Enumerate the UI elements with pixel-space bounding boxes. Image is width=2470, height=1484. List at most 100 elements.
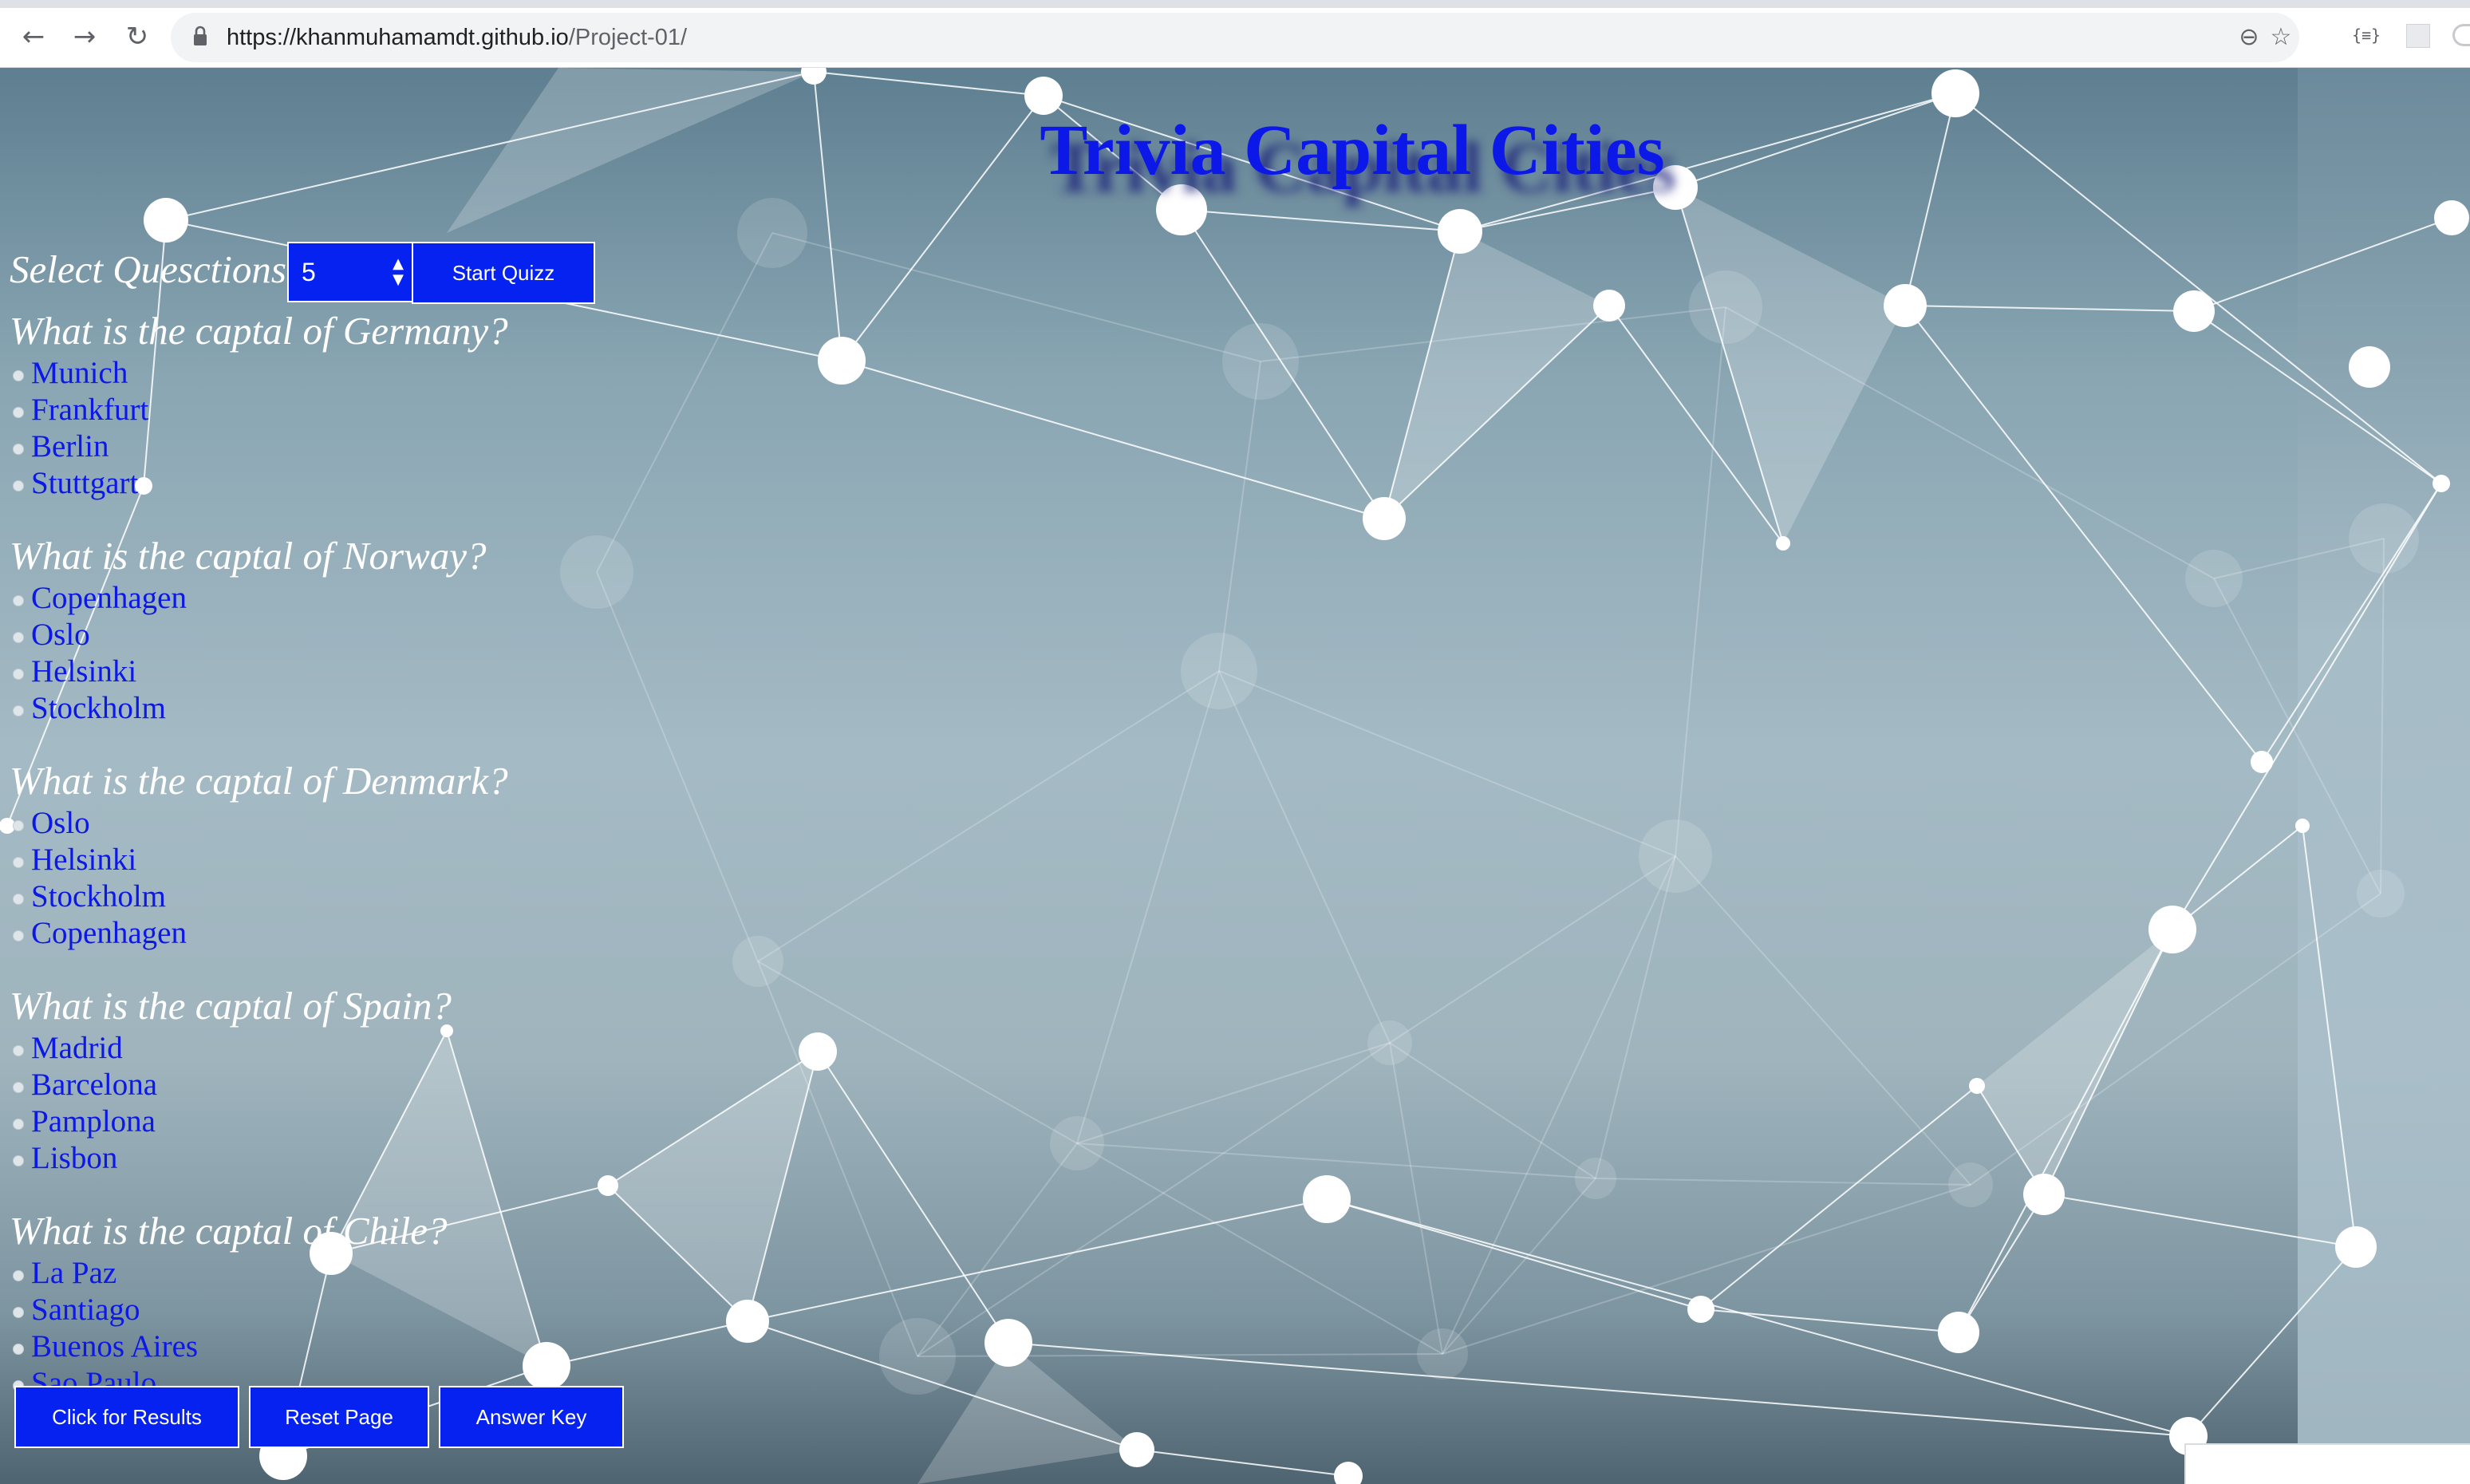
radio-button[interactable] [13, 632, 24, 643]
question-text: What is the captal of Spain? [10, 984, 452, 1028]
answer-label[interactable]: Berlin [31, 428, 109, 465]
start-quiz-button[interactable]: Start Quizz [412, 242, 595, 304]
question-count-select[interactable]: 5 ▲ ▼ [287, 242, 415, 302]
radio-button[interactable] [13, 407, 24, 418]
answer-option[interactable]: Munich [10, 355, 508, 392]
network-node-faint [560, 535, 633, 609]
star-icon[interactable]: ☆ [2267, 24, 2294, 51]
answer-option[interactable]: Oslo [10, 805, 508, 842]
results-button[interactable]: Click for Results [14, 1386, 239, 1448]
network-node [799, 1032, 837, 1071]
answer-option[interactable]: Helsinki [10, 653, 508, 690]
question-count-value: 5 [302, 258, 316, 286]
radio-button[interactable] [13, 669, 24, 680]
radio-button[interactable] [13, 1270, 24, 1281]
answer-option[interactable]: Copenhagen [10, 915, 508, 952]
network-node [1334, 1462, 1363, 1484]
radio-button[interactable] [13, 930, 24, 941]
radio-button[interactable] [13, 370, 24, 381]
radio-button[interactable] [13, 894, 24, 905]
radio-button[interactable] [13, 1155, 24, 1166]
radio-button[interactable] [13, 820, 24, 831]
network-edge [813, 71, 1044, 97]
answer-label[interactable]: Copenhagen [31, 915, 187, 952]
answer-label[interactable]: Copenhagen [31, 580, 187, 617]
answer-option[interactable]: Frankfurt [10, 392, 508, 428]
radio-button[interactable] [13, 1119, 24, 1130]
radio-button[interactable] [13, 1344, 24, 1355]
network-edge [1076, 1143, 1596, 1179]
radio-button[interactable] [13, 480, 24, 491]
url-text[interactable]: https://khanmuhamamdt.github.io/Project-… [227, 13, 687, 62]
zoom-icon[interactable]: ⊖ [2235, 24, 2263, 51]
answer-label[interactable]: Stockholm [31, 878, 166, 915]
extension-icon[interactable]: {≡} [2349, 21, 2384, 49]
answer-option[interactable]: Madrid [10, 1030, 508, 1067]
radio-button[interactable] [13, 444, 24, 455]
answer-label[interactable]: Madrid [31, 1030, 123, 1067]
answer-label[interactable]: Frankfurt [31, 392, 148, 428]
network-edge [1442, 1184, 1971, 1355]
answer-label[interactable]: Helsinki [31, 842, 136, 878]
network-node-faint [737, 198, 807, 268]
radio-button[interactable] [13, 1307, 24, 1318]
network-edge [1958, 929, 2173, 1333]
network-node-faint [1222, 323, 1299, 400]
network-node [984, 1319, 1032, 1367]
radio-button[interactable] [13, 705, 24, 716]
address-bar[interactable]: https://khanmuhamamdt.github.io/Project-… [171, 13, 2299, 62]
answer-option[interactable]: Copenhagen [10, 580, 508, 617]
network-edge [1218, 670, 1391, 1044]
answer-option[interactable]: Oslo [10, 617, 508, 653]
network-edge [2380, 538, 2385, 894]
back-arrow-icon[interactable]: ← [18, 21, 49, 53]
answer-label[interactable]: Munich [31, 355, 128, 392]
answer-label[interactable]: Stuttgart [31, 465, 138, 502]
answer-label[interactable]: Buenos Aires [31, 1328, 198, 1365]
network-node-faint [1689, 270, 1762, 344]
browser-toolbar: ← → ↻ https://khanmuhamamdt.github.io/Pr… [0, 0, 2470, 68]
answer-option[interactable]: Santiago [10, 1292, 508, 1328]
network-node [1593, 290, 1625, 322]
network-edge [1076, 670, 1220, 1144]
answer-option[interactable]: Pamplona [10, 1103, 508, 1140]
radio-button[interactable] [13, 1082, 24, 1093]
answer-label[interactable]: Lisbon [31, 1140, 117, 1177]
reload-icon[interactable]: ↻ [121, 21, 153, 53]
extension-puzzle-icon[interactable] [2406, 24, 2430, 48]
answer-label[interactable]: Pamplona [31, 1103, 156, 1140]
answer-label[interactable]: Helsinki [31, 653, 136, 690]
answer-option[interactable]: Barcelona [10, 1067, 508, 1103]
profile-icon[interactable] [2452, 24, 2470, 46]
answer-label[interactable]: Oslo [31, 617, 90, 653]
answer-label[interactable]: Santiago [31, 1292, 140, 1328]
reset-button[interactable]: Reset Page [249, 1386, 429, 1448]
radio-button[interactable] [13, 595, 24, 606]
network-edge [1595, 1178, 1971, 1186]
network-node-faint [1639, 819, 1712, 893]
answer-label[interactable]: Barcelona [31, 1067, 157, 1103]
radio-button[interactable] [13, 1045, 24, 1056]
answer-label[interactable]: La Paz [31, 1255, 116, 1292]
network-edge [1326, 1198, 2189, 1437]
forward-arrow-icon[interactable]: → [69, 21, 101, 53]
answer-label[interactable]: Oslo [31, 805, 90, 842]
question-text: What is the captal of Germany? [10, 309, 508, 353]
network-node [2295, 819, 2310, 833]
network-node-faint [2349, 503, 2419, 574]
network-node [818, 337, 866, 385]
answer-list: Munich Frankfurt Berlin Stuttgart [10, 355, 508, 502]
answer-key-button[interactable]: Answer Key [439, 1386, 624, 1448]
answer-option[interactable]: Berlin [10, 428, 508, 465]
answer-option[interactable]: Lisbon [10, 1140, 508, 1177]
network-edge [1136, 1449, 1349, 1477]
answer-option[interactable]: Buenos Aires [10, 1328, 508, 1365]
network-node-faint [2357, 870, 2405, 918]
answer-option[interactable]: Helsinki [10, 842, 508, 878]
radio-button[interactable] [13, 857, 24, 868]
answer-option[interactable]: Stockholm [10, 878, 508, 915]
answer-label[interactable]: Stockholm [31, 690, 166, 727]
answer-option[interactable]: La Paz [10, 1255, 508, 1292]
answer-option[interactable]: Stockholm [10, 690, 508, 727]
answer-option[interactable]: Stuttgart [10, 465, 508, 502]
